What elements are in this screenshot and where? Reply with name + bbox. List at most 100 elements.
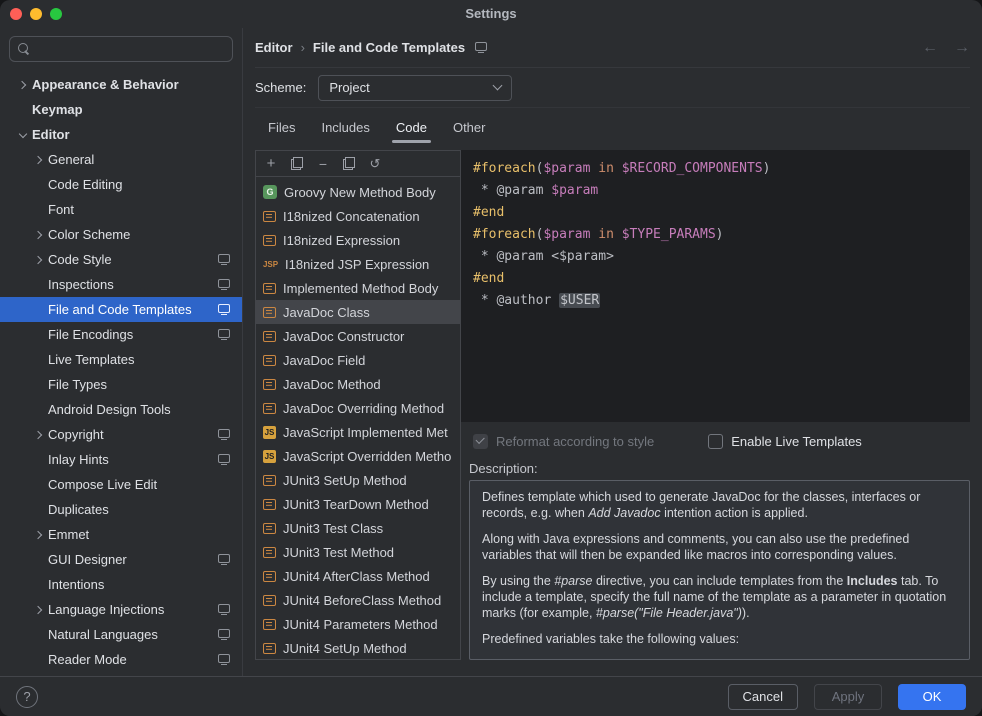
add-template-icon[interactable] [264, 157, 278, 171]
close-window-button[interactable] [10, 8, 22, 20]
template-item-label: JavaScript Overridden Metho [283, 449, 451, 464]
sidebar-item-label: Inlay Hints [48, 452, 218, 467]
template-item-junit4-parameters-method[interactable]: JUnit4 Parameters Method [256, 612, 460, 636]
chevron-right-icon[interactable] [30, 532, 48, 538]
sidebar-item-code-editing[interactable]: Code Editing [0, 172, 242, 197]
groovy-file-icon: G [263, 185, 277, 199]
template-file-icon [263, 403, 276, 414]
monitor-icon [218, 454, 230, 463]
scheme-label: Scheme: [255, 80, 306, 95]
sidebar-item-copyright[interactable]: Copyright [0, 422, 242, 447]
minimize-window-button[interactable] [30, 8, 42, 20]
breadcrumb-item-editor[interactable]: Editor [255, 40, 293, 55]
template-file-icon [263, 211, 276, 222]
sidebar-item-android-design-tools[interactable]: Android Design Tools [0, 397, 242, 422]
forward-icon: → [954, 39, 970, 57]
sidebar-item-live-templates[interactable]: Live Templates [0, 347, 242, 372]
rollback-template-icon[interactable] [368, 157, 382, 171]
apply-button: Apply [814, 684, 882, 710]
template-item-junit4-afterclass-method[interactable]: JUnit4 AfterClass Method [256, 564, 460, 588]
history-nav: ← → [922, 39, 970, 57]
sidebar-item-compose-live-edit[interactable]: Compose Live Edit [0, 472, 242, 497]
copy-template-icon[interactable] [291, 157, 303, 170]
search-icon [18, 43, 30, 55]
live-templates-option[interactable]: Enable Live Templates [708, 434, 862, 449]
ok-button[interactable]: OK [898, 684, 966, 710]
sidebar-item-inlay-hints[interactable]: Inlay Hints [0, 447, 242, 472]
template-item-junit4-setup-method[interactable]: JUnit4 SetUp Method [256, 636, 460, 659]
sidebar-item-reader-mode[interactable]: Reader Mode [0, 647, 242, 672]
template-item-javascript-overridden-metho[interactable]: JSJavaScript Overridden Metho [256, 444, 460, 468]
sidebar-item-editor[interactable]: Editor [0, 122, 242, 147]
sidebar-item-font[interactable]: Font [0, 197, 242, 222]
remove-template-icon[interactable] [316, 157, 330, 171]
template-item-junit4-beforeclass-method[interactable]: JUnit4 BeforeClass Method [256, 588, 460, 612]
live-templates-checkbox[interactable] [708, 434, 723, 449]
sidebar-item-appearance-behavior[interactable]: Appearance & Behavior [0, 72, 242, 97]
code-line: #end [473, 268, 958, 290]
template-item-javascript-implemented-met[interactable]: JSJavaScript Implemented Met [256, 420, 460, 444]
template-list-panel: GGroovy New Method BodyI18nized Concaten… [255, 150, 461, 660]
sidebar-item-file-types[interactable]: File Types [0, 372, 242, 397]
template-item-javadoc-method[interactable]: JavaDoc Method [256, 372, 460, 396]
duplicate-template-icon[interactable] [343, 157, 355, 170]
template-item-junit3-teardown-method[interactable]: JUnit3 TearDown Method [256, 492, 460, 516]
template-item-javadoc-constructor[interactable]: JavaDoc Constructor [256, 324, 460, 348]
template-item-label: JavaDoc Class [283, 305, 370, 320]
sidebar-item-natural-languages[interactable]: Natural Languages [0, 622, 242, 647]
sidebar-item-color-scheme[interactable]: Color Scheme [0, 222, 242, 247]
search-input[interactable] [9, 36, 233, 62]
scheme-select[interactable]: Project [318, 75, 512, 101]
sidebar-item-label: Appearance & Behavior [32, 77, 242, 92]
template-item-junit3-test-class[interactable]: JUnit3 Test Class [256, 516, 460, 540]
help-button[interactable]: ? [16, 686, 38, 708]
zoom-window-button[interactable] [50, 8, 62, 20]
template-item-javadoc-field[interactable]: JavaDoc Field [256, 348, 460, 372]
sidebar-item-language-injections[interactable]: Language Injections [0, 597, 242, 622]
template-item-i18nized-concatenation[interactable]: I18nized Concatenation [256, 204, 460, 228]
template-item-junit3-test-method[interactable]: JUnit3 Test Method [256, 540, 460, 564]
sidebar-item-intentions[interactable]: Intentions [0, 572, 242, 597]
tab-includes[interactable]: Includes [308, 108, 382, 146]
chevron-down-icon[interactable] [14, 133, 32, 137]
sidebar-item-label: Color Scheme [48, 227, 242, 242]
monitor-icon [218, 604, 230, 613]
chevron-right-icon[interactable] [30, 257, 48, 263]
template-item-junit3-setup-method[interactable]: JUnit3 SetUp Method [256, 468, 460, 492]
chevron-right-icon[interactable] [30, 157, 48, 163]
chevron-right-icon[interactable] [30, 232, 48, 238]
sidebar-item-general[interactable]: General [0, 147, 242, 172]
jsp-file-icon: JSP [263, 260, 278, 269]
monitor-icon [218, 654, 230, 663]
template-item-javadoc-class[interactable]: JavaDoc Class [256, 300, 460, 324]
sidebar-item-emmet[interactable]: Emmet [0, 522, 242, 547]
template-item-implemented-method-body[interactable]: Implemented Method Body [256, 276, 460, 300]
template-item-groovy-new-method-body[interactable]: GGroovy New Method Body [256, 180, 460, 204]
cancel-button[interactable]: Cancel [728, 684, 798, 710]
code-line: #end [473, 202, 958, 224]
tab-code[interactable]: Code [383, 108, 440, 146]
template-item-i18nized-expression[interactable]: I18nized Expression [256, 228, 460, 252]
sidebar-item-code-style[interactable]: Code Style [0, 247, 242, 272]
chevron-right-icon[interactable] [30, 432, 48, 438]
sidebar-item-label: Emmet [48, 527, 242, 542]
template-item-javadoc-overriding-method[interactable]: JavaDoc Overriding Method [256, 396, 460, 420]
chevron-right-icon[interactable] [30, 607, 48, 613]
sidebar-item-inspections[interactable]: Inspections [0, 272, 242, 297]
template-file-icon [263, 619, 276, 630]
live-templates-label: Enable Live Templates [731, 434, 862, 449]
sidebar-item-duplicates[interactable]: Duplicates [0, 497, 242, 522]
sidebar-item-file-encodings[interactable]: File Encodings [0, 322, 242, 347]
sidebar-item-label: Intentions [48, 577, 242, 592]
chevron-right-icon[interactable] [14, 82, 32, 88]
sidebar-item-label: Font [48, 202, 242, 217]
sidebar-item-file-and-code-templates[interactable]: File and Code Templates [0, 297, 242, 322]
tab-files[interactable]: Files [255, 108, 308, 146]
sidebar-item-gui-designer[interactable]: GUI Designer [0, 547, 242, 572]
template-editor[interactable]: #foreach($param in $RECORD_COMPONENTS) *… [461, 150, 970, 422]
tab-other[interactable]: Other [440, 108, 499, 146]
template-item-i18nized-jsp-expression[interactable]: JSPI18nized JSP Expression [256, 252, 460, 276]
window-title: Settings [0, 0, 982, 28]
monitor-icon [218, 329, 230, 338]
sidebar-item-keymap[interactable]: Keymap [0, 97, 242, 122]
